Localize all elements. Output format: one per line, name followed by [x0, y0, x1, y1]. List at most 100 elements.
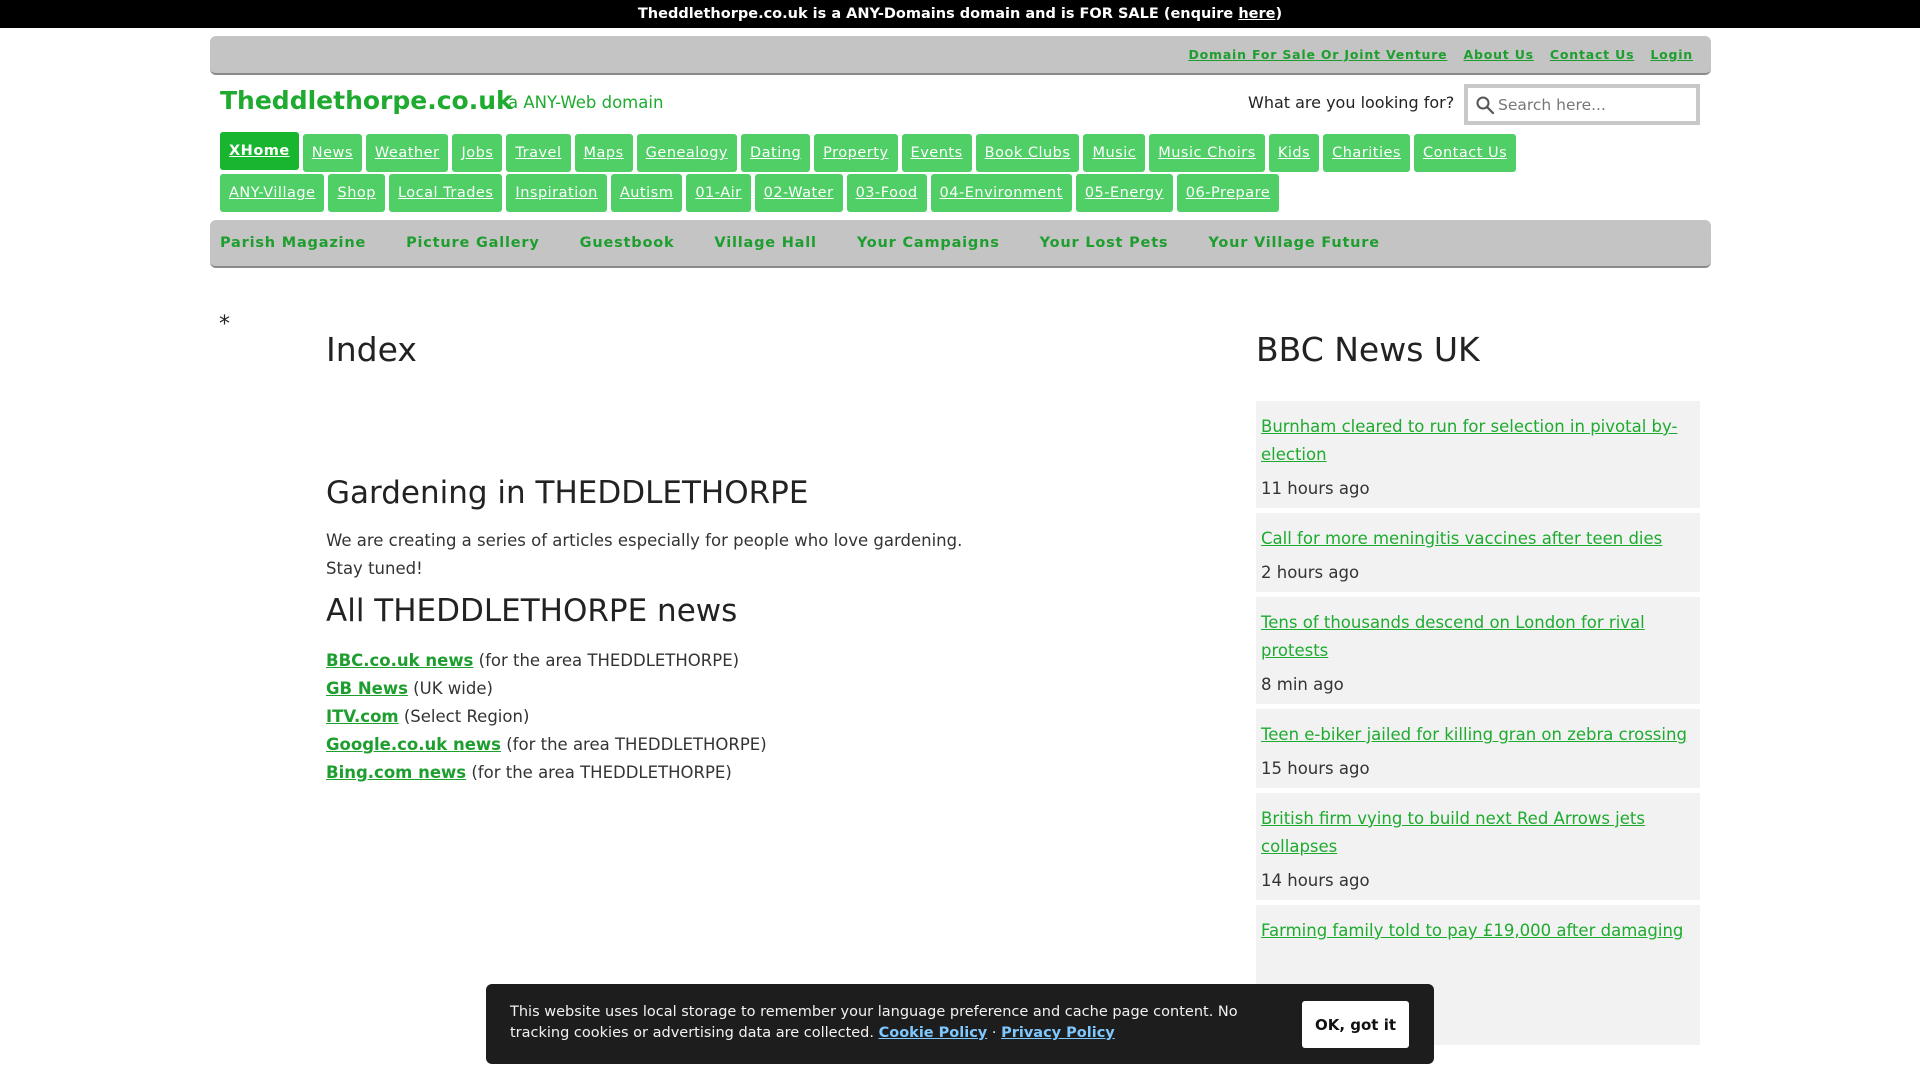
- search-icon: [1476, 96, 1495, 115]
- nav-item-events[interactable]: Events: [901, 134, 972, 172]
- main-nav-row-2: ANY-Village Shop Local Trades Inspiration Au…: [220, 174, 1280, 212]
- nav-item-inspiration[interactable]: Inspiration: [506, 174, 607, 212]
- nav-item-01-air[interactable]: 01-Air: [686, 174, 751, 212]
- google-news-link[interactable]: Google.co.uk news: [326, 735, 501, 754]
- cookie-ok-button[interactable]: OK, got it: [1302, 1001, 1409, 1048]
- news-link-item: GB News (UK wide): [326, 675, 976, 703]
- cookie-text: This website uses local storage to remem…: [510, 1004, 1238, 1041]
- sale-enquire-link[interactable]: here: [1238, 6, 1275, 22]
- all-news-heading: All THEDDLETHORPE news: [326, 593, 738, 629]
- nav-item-03-food[interactable]: 03-Food: [846, 174, 927, 212]
- nav-item-music-choirs[interactable]: Music Choirs: [1149, 134, 1265, 172]
- feed-headline-link[interactable]: Farming family told to pay £19,000 after…: [1261, 917, 1695, 945]
- feed-headline-link[interactable]: British firm vying to build next Red Arr…: [1261, 805, 1695, 861]
- main-nav-row-1: XHome News Weather Jobs Travel Maps Genealogy D…: [220, 132, 1517, 172]
- contact-us-link[interactable]: Contact Us: [1550, 47, 1634, 62]
- cookie-separator: ·: [987, 1025, 1002, 1041]
- site-title[interactable]: Theddlethorpe.co.uk: [220, 86, 513, 115]
- feed-item: Burnham cleared to run for selection in …: [1256, 401, 1700, 508]
- search-input[interactable]: [1498, 91, 1688, 119]
- nav-item-contact-us[interactable]: Contact Us: [1414, 134, 1517, 172]
- sub-nav-parish-magazine[interactable]: Parish Magazine: [220, 235, 366, 251]
- site-tagline: a ANY-Web domain: [508, 93, 664, 112]
- privacy-policy-link[interactable]: Privacy Policy: [1001, 1025, 1115, 1041]
- nav-item-jobs[interactable]: Jobs: [452, 134, 503, 172]
- about-us-link[interactable]: About Us: [1463, 47, 1533, 62]
- nav-item-04-environment[interactable]: 04-Environment: [930, 174, 1072, 212]
- nav-item-property[interactable]: Property: [814, 134, 898, 172]
- search-box: [1464, 84, 1700, 125]
- news-links-list: BBC.co.uk news (for the area THEDDLETHOR…: [326, 647, 976, 787]
- sub-nav-village-hall[interactable]: Village Hall: [714, 235, 816, 251]
- sub-nav-bar: Parish Magazine Picture Gallery Guestboo…: [210, 220, 1711, 268]
- feed-headline-link[interactable]: Tens of thousands descend on London for …: [1261, 609, 1695, 665]
- gb-news-link[interactable]: GB News: [326, 679, 408, 698]
- sub-nav-your-village-future[interactable]: Your Village Future: [1208, 235, 1380, 251]
- news-link-note: (for the area THEDDLETHORPE): [501, 735, 767, 754]
- gardening-text: We are creating a series of articles esp…: [326, 527, 976, 583]
- news-link-note: (UK wide): [407, 679, 493, 698]
- nav-item-02-water[interactable]: 02-Water: [754, 174, 843, 212]
- sub-nav-your-campaigns[interactable]: Your Campaigns: [857, 235, 1000, 251]
- bbc-news-link[interactable]: BBC.co.uk news: [326, 651, 473, 670]
- gardening-text-line-1: We are creating a series of articles esp…: [326, 531, 963, 550]
- nav-item-music[interactable]: Music: [1083, 134, 1146, 172]
- cookie-banner: This website uses local storage to remem…: [486, 984, 1434, 1064]
- news-link-item: Bing.com news (for the area THEDDLETHORP…: [326, 759, 976, 787]
- bbc-news-sidebar: BBC News UK Burnham cleared to run for s…: [1256, 330, 1700, 1045]
- feed-headline-link[interactable]: Burnham cleared to run for selection in …: [1261, 413, 1695, 469]
- nav-item-dating[interactable]: Dating: [741, 134, 811, 172]
- news-link-note: (Select Region): [398, 707, 530, 726]
- sub-nav-your-lost-pets[interactable]: Your Lost Pets: [1040, 235, 1169, 251]
- domain-sale-banner: Theddlethorpe.co.uk is a ANY-Domains dom…: [0, 0, 1920, 28]
- news-link-note: (for the area THEDDLETHORPE): [466, 763, 732, 782]
- nav-item-kids[interactable]: Kids: [1268, 134, 1320, 172]
- domain-for-sale-link[interactable]: Domain For Sale Or Joint Venture: [1188, 47, 1447, 62]
- news-link-note: (for the area THEDDLETHORPE): [473, 651, 740, 670]
- feed-headline-link[interactable]: Teen e-biker jailed for killing gran on …: [1261, 721, 1695, 749]
- login-link[interactable]: Login: [1650, 47, 1693, 62]
- sidebar-title: BBC News UK: [1256, 330, 1480, 369]
- nav-item-genealogy[interactable]: Genealogy: [636, 134, 737, 172]
- nav-item-xhome[interactable]: XHome: [220, 132, 299, 170]
- utility-links: Domain For Sale Or Joint Venture About U…: [1188, 47, 1693, 62]
- news-link-item: Google.co.uk news (for the area THEDDLET…: [326, 731, 976, 759]
- nav-item-shop[interactable]: Shop: [328, 174, 385, 212]
- sub-nav-links: Parish Magazine Picture Gallery Guestboo…: [220, 235, 1380, 251]
- news-feed: Burnham cleared to run for selection in …: [1256, 401, 1700, 1045]
- nav-item-book-clubs[interactable]: Book Clubs: [975, 134, 1080, 172]
- nav-item-any-village[interactable]: ANY-Village: [220, 174, 325, 212]
- feed-timestamp: 15 hours ago: [1261, 759, 1370, 778]
- sub-nav-guestbook[interactable]: Guestbook: [580, 235, 675, 251]
- utility-bar: Domain For Sale Or Joint Venture About U…: [210, 36, 1711, 75]
- news-link-item: BBC.co.uk news (for the area THEDDLETHOR…: [326, 647, 976, 675]
- feed-item: Call for more meningitis vaccines after …: [1256, 513, 1700, 592]
- nav-item-charities[interactable]: Charities: [1323, 134, 1410, 172]
- nav-item-06-prepare[interactable]: 06-Prepare: [1176, 174, 1280, 212]
- itv-news-link[interactable]: ITV.com: [326, 707, 399, 726]
- bing-news-link[interactable]: Bing.com news: [326, 763, 466, 782]
- feed-timestamp: 2 hours ago: [1261, 563, 1360, 582]
- feed-item: British firm vying to build next Red Arr…: [1256, 793, 1700, 900]
- nav-item-weather[interactable]: Weather: [365, 134, 449, 172]
- sub-nav-picture-gallery[interactable]: Picture Gallery: [406, 235, 540, 251]
- gardening-heading: Gardening in THEDDLETHORPE: [326, 475, 809, 511]
- feed-timestamp: 14 hours ago: [1261, 871, 1370, 890]
- nav-item-local-trades[interactable]: Local Trades: [388, 174, 503, 212]
- gardening-text-line-2: Stay tuned!: [326, 559, 423, 578]
- feed-item: Teen e-biker jailed for killing gran on …: [1256, 709, 1700, 788]
- nav-item-news[interactable]: News: [302, 134, 362, 172]
- cookie-message: This website uses local storage to remem…: [510, 1002, 1270, 1044]
- index-heading: Index: [326, 330, 417, 369]
- feed-timestamp: 8 min ago: [1261, 675, 1344, 694]
- nav-item-maps[interactable]: Maps: [574, 134, 633, 172]
- cookie-policy-link[interactable]: Cookie Policy: [879, 1025, 988, 1041]
- nav-item-travel[interactable]: Travel: [506, 134, 571, 172]
- feed-headline-link[interactable]: Call for more meningitis vaccines after …: [1261, 525, 1695, 553]
- sale-banner-close: ): [1275, 6, 1283, 22]
- sale-banner-text: Theddlethorpe.co.uk is a ANY-Domains dom…: [637, 6, 1239, 22]
- nav-item-05-energy[interactable]: 05-Energy: [1075, 174, 1173, 212]
- main-content: Index Gardening in THEDDLETHORPE We are …: [326, 330, 976, 787]
- feed-item: Tens of thousands descend on London for …: [1256, 597, 1700, 704]
- nav-item-autism[interactable]: Autism: [610, 174, 683, 212]
